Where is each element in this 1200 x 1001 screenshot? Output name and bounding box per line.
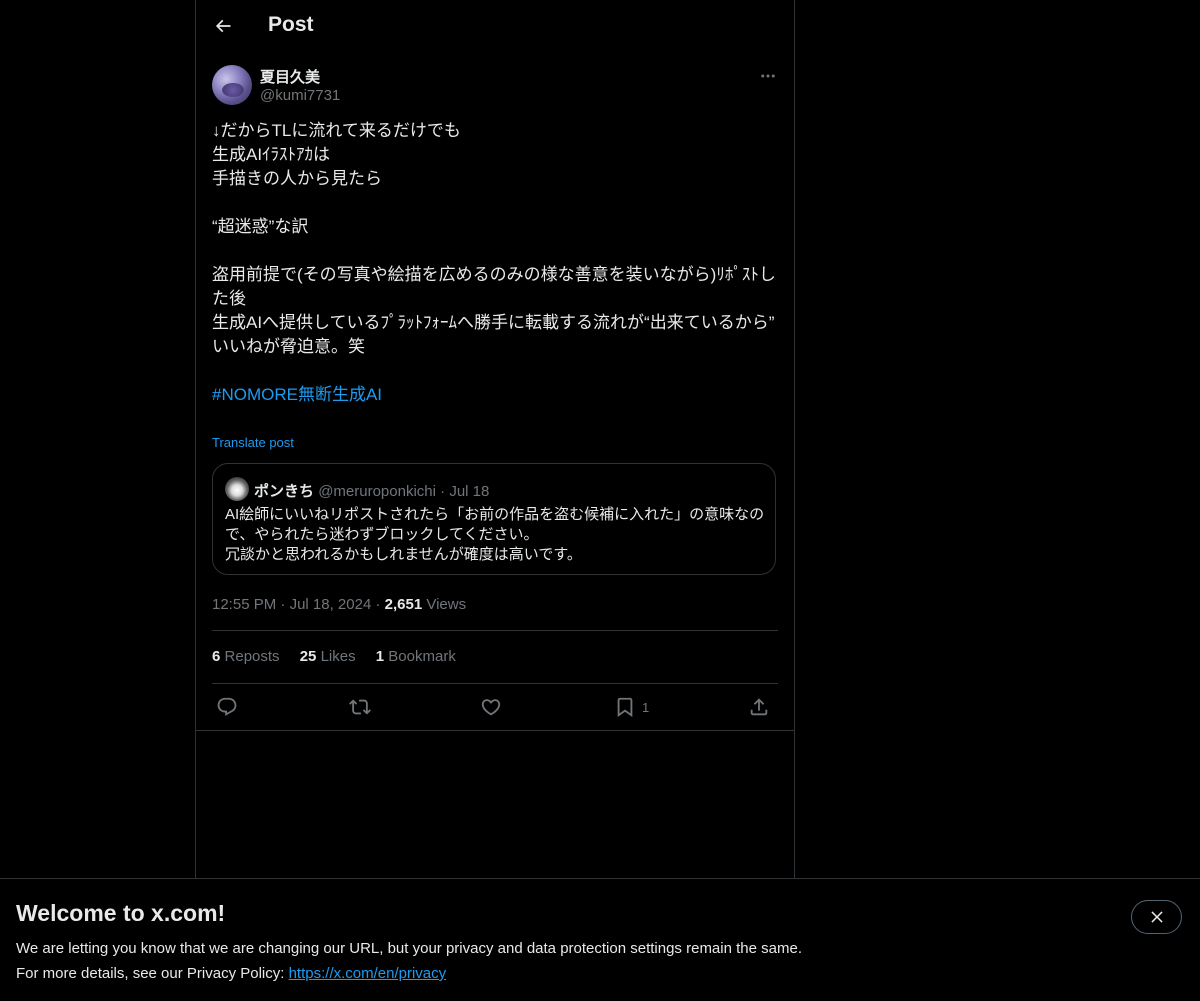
quoted-author-handle: @meruroponkichi	[318, 483, 436, 500]
bookmark-icon	[617, 697, 633, 718]
close-icon	[1150, 911, 1163, 923]
quoted-post-date: Jul 18	[449, 483, 490, 500]
back-arrow-icon	[215, 19, 231, 33]
post-text: ↓だからTLに流れて来るだけでも 生成AIｲﾗｽﾄｱｶは 手描きの人から見たら …	[212, 119, 780, 407]
header: Post	[196, 0, 794, 53]
reply-icon	[217, 697, 237, 716]
quoted-post-text: AI絵師にいいねリポストされたら「お前の作品を盗む候補に入れた」の意味なので、や…	[225, 505, 765, 565]
share-button[interactable]	[748, 694, 770, 720]
repost-icon	[349, 699, 371, 715]
separator-dot: ·	[280, 596, 286, 613]
author-name[interactable]: 夏目久美	[260, 66, 320, 87]
translate-link[interactable]: Translate post	[212, 435, 294, 450]
like-icon	[481, 699, 501, 716]
quoted-text-line: AI絵師にいいねリポストされたら「お前の作品を盗む候補に入れた」の意味なので、や…	[225, 506, 765, 543]
bookmark-button[interactable]: 1	[614, 694, 649, 720]
likes-count: 25	[299, 648, 317, 665]
quoted-post-header: ポンきち @meruroponkichi · Jul 18	[254, 480, 489, 501]
post-metadata: 12:55 PM · Jul 18, 2024 · 2,651 Views	[212, 596, 466, 613]
repost-button[interactable]	[349, 694, 371, 720]
divider	[212, 683, 778, 684]
page-title: Post	[268, 13, 314, 36]
views-count: 2,651	[384, 596, 423, 613]
post-time[interactable]: 12:55 PM	[212, 596, 276, 613]
engagement-stats: 6 Reposts 25 Likes 1 Bookmark	[212, 648, 472, 665]
reply-button[interactable]	[216, 694, 238, 720]
share-icon	[750, 698, 768, 716]
quoted-author-name: ポンきち	[254, 483, 315, 500]
welcome-banner: Welcome to x.com! We are letting you kno…	[0, 878, 1200, 1001]
separator-dot: ·	[440, 483, 446, 500]
likes-stat[interactable]: 25 Likes	[300, 648, 356, 665]
post-text-line: ↓だからTLに流れて来るだけでも	[212, 121, 461, 140]
banner-line: We are letting you know that we are chan…	[16, 940, 802, 957]
like-button[interactable]	[480, 694, 502, 720]
post-text-line	[212, 359, 780, 383]
reposts-label: Reposts	[224, 648, 280, 665]
bookmarks-label: Bookmark	[388, 648, 456, 665]
separator-dot: ·	[375, 596, 381, 613]
bookmarks-stat[interactable]: 1 Bookmark	[376, 648, 456, 665]
action-bar: 1	[212, 694, 778, 722]
quoted-post[interactable]: ポンきち @meruroponkichi · Jul 18 AI絵師にいいねリポ…	[212, 463, 776, 575]
divider	[196, 730, 794, 731]
bookmarks-count: 1	[375, 648, 385, 665]
post-text-line: 生成AIｲﾗｽﾄｱｶは	[212, 145, 331, 164]
back-button[interactable]	[206, 9, 240, 43]
quoted-author-avatar	[225, 477, 249, 501]
banner-title: Welcome to x.com!	[16, 900, 226, 926]
banner-line-prefix: For more details, see our Privacy Policy…	[16, 965, 289, 982]
views-label: Views	[426, 596, 467, 613]
banner-message: We are letting you know that we are chan…	[16, 936, 802, 986]
author-handle[interactable]: @kumi7731	[260, 87, 340, 104]
post-text-line	[212, 239, 780, 263]
close-banner-button[interactable]	[1131, 900, 1182, 934]
reposts-stat[interactable]: 6 Reposts	[212, 648, 280, 665]
reposts-count: 6	[212, 648, 221, 665]
post-column: Post 夏目久美 @kumi7731 ↓だからTLに流れて来るだけでも 生成A…	[195, 0, 795, 878]
post-text-line: “超迷惑”な訳	[212, 217, 309, 236]
hashtag-link[interactable]: #NOMORE無断生成AI	[212, 383, 780, 407]
post-text-line	[212, 191, 780, 215]
post-text-line: 生成AIへ提供しているﾌﾟﾗｯﾄﾌｫｰﾑへ勝手に転載する流れが“出来ているから”	[212, 313, 775, 332]
divider	[212, 630, 778, 631]
privacy-policy-link[interactable]: https://x.com/en/privacy	[289, 965, 447, 982]
post-text-line: 盗用前提で(その写真や絵描を広めるのみの様な善意を装いながら)ﾘﾎﾟｽﾄした後	[212, 265, 776, 308]
banner-line: For more details, see our Privacy Policy…	[16, 961, 802, 986]
likes-label: Likes	[320, 648, 356, 665]
post-date[interactable]: Jul 18, 2024	[290, 596, 372, 613]
post-text-line: 手描きの人から見たら	[212, 169, 382, 188]
bookmark-action-count: 1	[642, 699, 650, 715]
more-button[interactable]	[754, 62, 782, 90]
quoted-text-line: 冗談かと思われるかもしれませんが確度は高いです。	[225, 546, 582, 563]
post-text-line: いいねが脅迫意。笑	[212, 337, 365, 356]
more-icon	[761, 74, 775, 78]
author-avatar[interactable]	[212, 65, 252, 105]
